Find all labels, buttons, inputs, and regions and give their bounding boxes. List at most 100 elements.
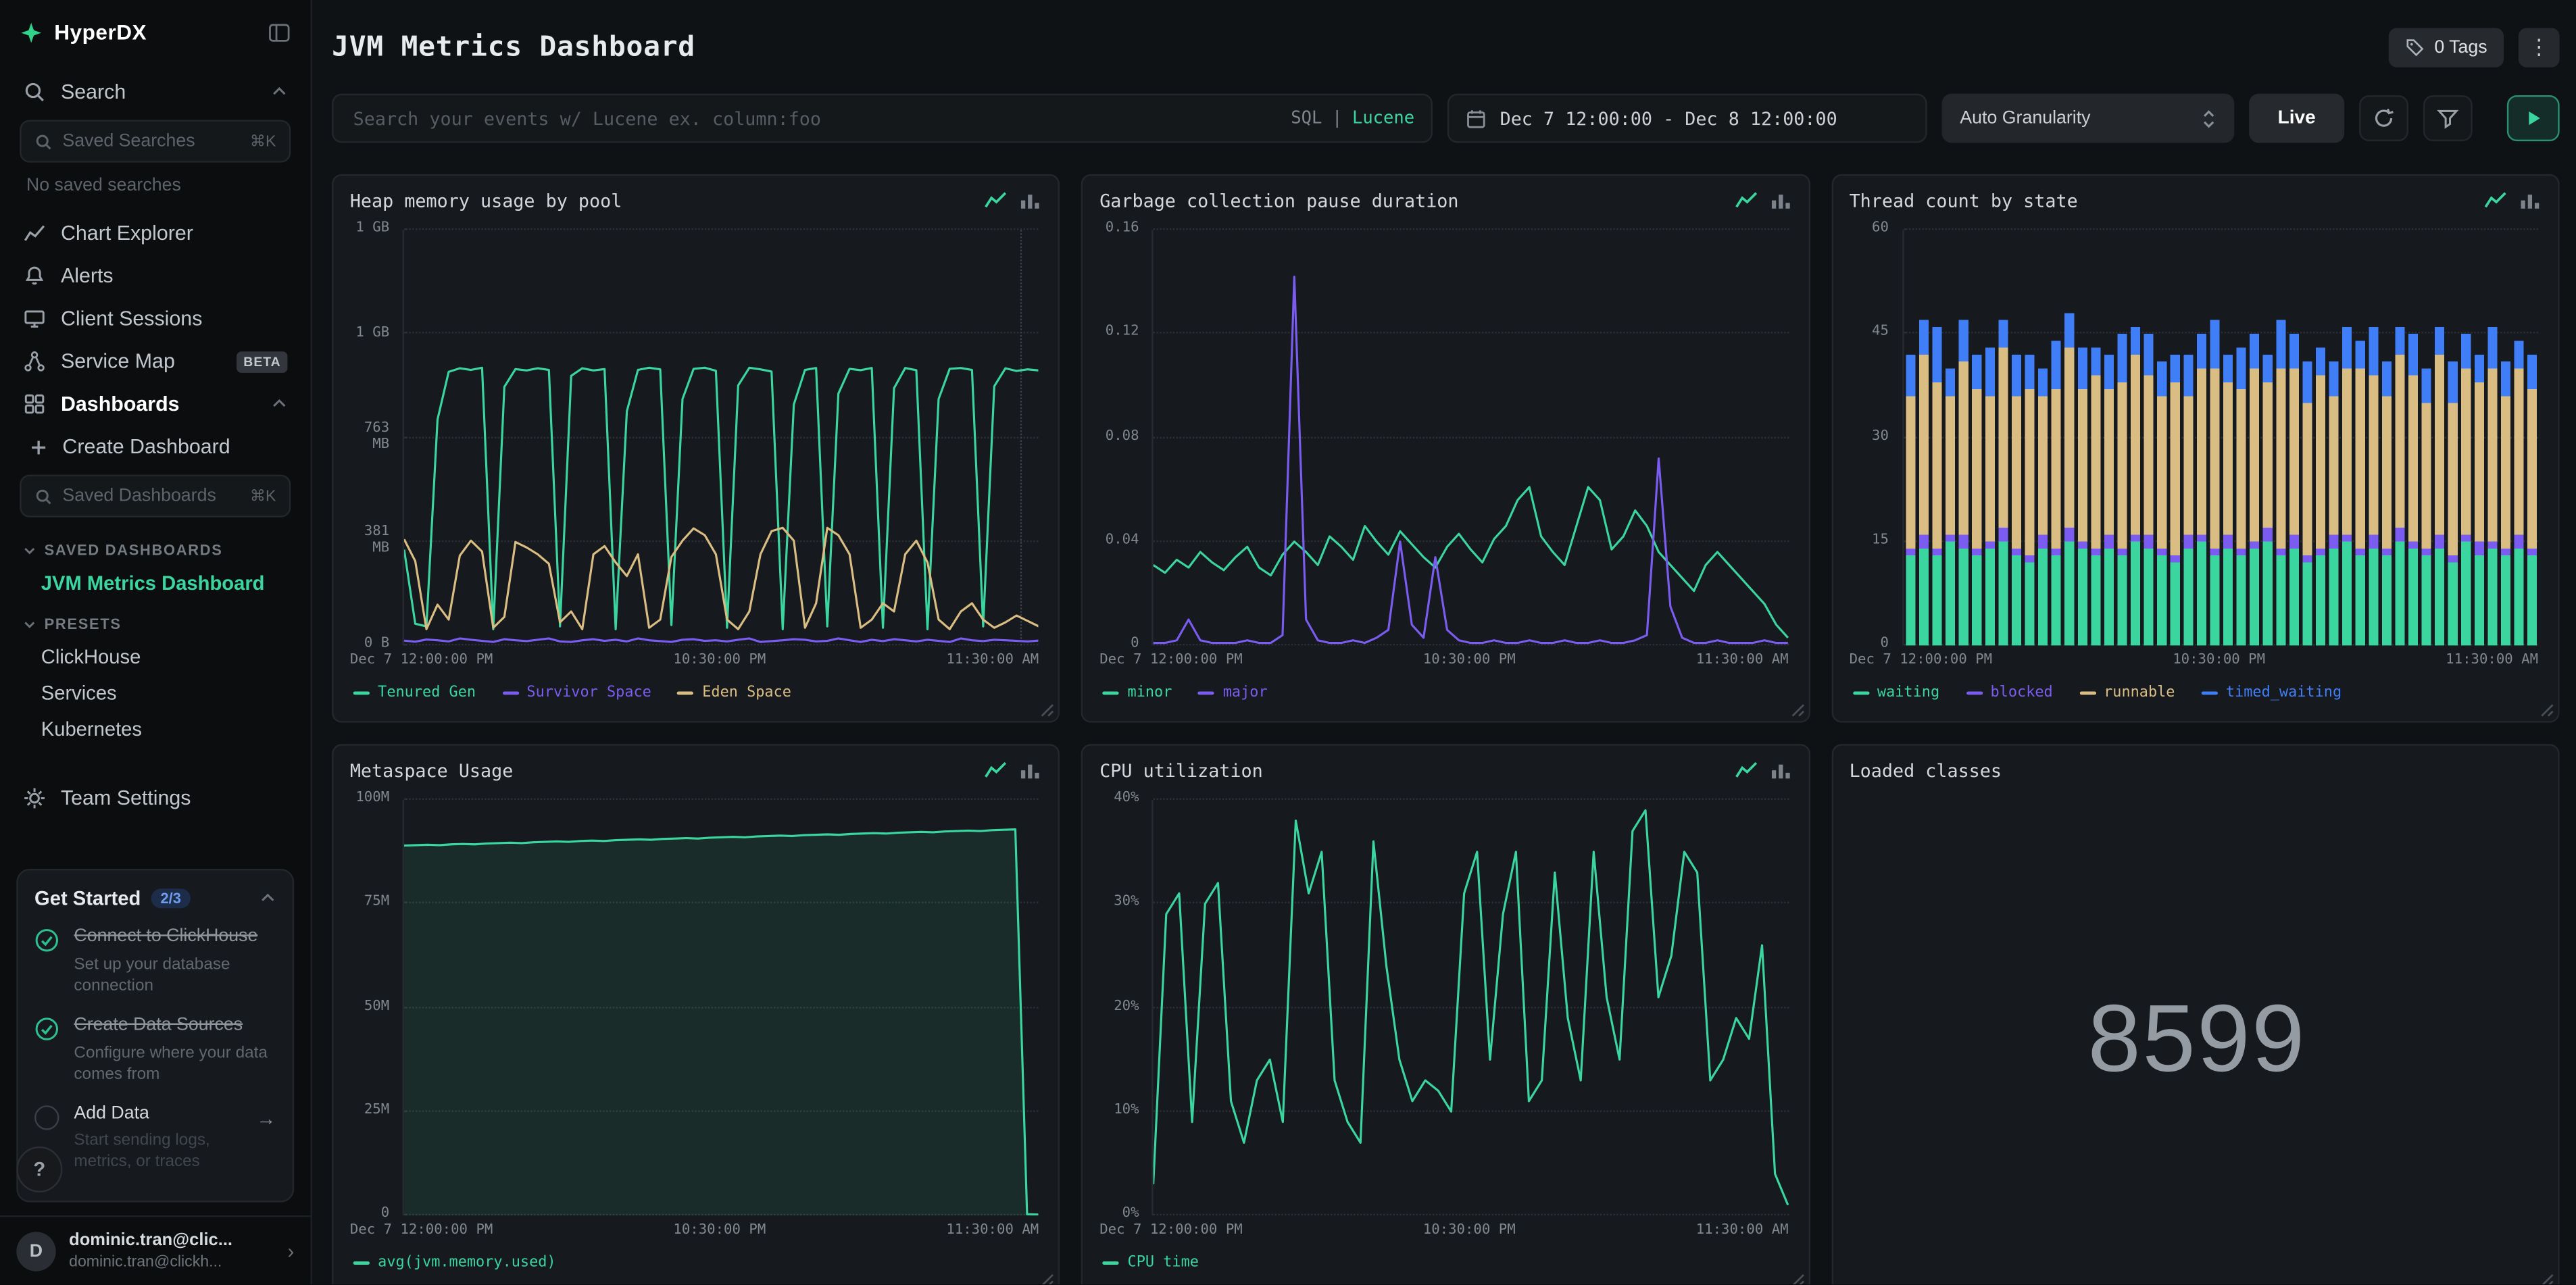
user-menu[interactable]: D dominic.tran@clic... dominic.tran@clic… (0, 1215, 311, 1285)
sidebar-item-dashboards[interactable]: Dashboards (16, 382, 294, 425)
x-axis-label: Dec 7 12:00:00 PM (1849, 652, 1993, 669)
plot-region[interactable] (1151, 228, 1789, 646)
sidebar-item-alerts[interactable]: Alerts (16, 255, 294, 297)
chart-canvas[interactable] (1154, 800, 1788, 1215)
sidebar-item-search[interactable]: Search (16, 71, 294, 114)
chart-canvas[interactable] (404, 800, 1039, 1216)
create-dashboard-button[interactable]: Create Dashboard (16, 426, 294, 468)
legend-item[interactable]: CPU time (1103, 1255, 1199, 1271)
get-started-step-sources[interactable]: Create Data Sources Configure where your… (34, 1015, 276, 1085)
gc-pause-chart[interactable]: 0.16 0.12 0.08 0.04 0 Dec 7 12:00:00 PM 10:30:… (1099, 221, 1795, 672)
y-axis-label: 25M (364, 1101, 390, 1119)
line-chart-icon[interactable] (985, 761, 1008, 780)
legend-item[interactable]: major (1198, 685, 1268, 701)
legend-item[interactable]: minor (1103, 685, 1172, 701)
line-chart-icon[interactable] (985, 191, 1008, 210)
saved-dashboards-placeholder: Saved Dashboards (62, 486, 216, 506)
legend-item[interactable]: Tenured Gen (353, 685, 476, 701)
panel-title: Thread count by state (1849, 191, 2078, 212)
chart-canvas[interactable] (1154, 230, 1788, 645)
y-axis-label: 30% (1114, 894, 1139, 911)
plot-region[interactable] (402, 228, 1039, 646)
legend-item[interactable]: waiting (1852, 685, 1939, 701)
chart-canvas[interactable] (1904, 230, 2538, 646)
panel-title: Heap memory usage by pool (349, 191, 622, 212)
tags-button[interactable]: 0 Tags (2388, 28, 2504, 68)
search-input[interactable] (349, 105, 1278, 131)
resize-handle-icon[interactable] (1790, 703, 1805, 718)
more-menu-button[interactable]: ⋮ (2518, 28, 2560, 68)
time-range-picker[interactable]: Dec 7 12:00:00 - Dec 8 12:00:00 (1447, 93, 1927, 143)
saved-dashboards-section[interactable]: SAVED DASHBOARDS (16, 527, 294, 565)
legend-item[interactable]: timed_waiting (2201, 685, 2342, 701)
y-axis-label: 45 (1872, 324, 1889, 341)
preset-item-kubernetes[interactable]: Kubernetes (16, 711, 294, 747)
chevron-right-icon: › (287, 1239, 295, 1263)
bar-chart-icon[interactable] (1768, 761, 1791, 780)
query-language-toggle[interactable]: SQL | Lucene (1291, 108, 1414, 128)
cpu-chart[interactable]: 40% 30% 20% 10% 0% Dec 7 12:00:00 PM 10:30:00 … (1099, 790, 1795, 1242)
heap-memory-chart[interactable]: 1 GB 1 GB 763 MB 381 MB 0 B Dec 7 12:00:00 PM… (350, 221, 1045, 672)
granularity-select[interactable]: Auto Granularity (1941, 93, 2235, 143)
filter-button[interactable] (2423, 95, 2473, 142)
bar-chart-icon[interactable] (1019, 761, 1042, 780)
panel-title: CPU utilization (1099, 760, 1263, 782)
live-button[interactable]: Live (2249, 93, 2345, 143)
legend-item[interactable]: avg(jvm.memory.used) (353, 1255, 556, 1271)
legend-label: blocked (1990, 684, 2053, 702)
legend-dash-icon (1103, 1261, 1120, 1265)
resize-handle-icon[interactable] (2540, 703, 2554, 718)
sidebar-item-team-settings[interactable]: Team Settings (16, 777, 294, 820)
sidebar-item-client-sessions[interactable]: Client Sessions (16, 297, 294, 340)
plot-region[interactable] (1151, 798, 1789, 1216)
sidebar-item-chart-explorer[interactable]: Chart Explorer (16, 212, 294, 255)
legend-item[interactable]: Survivor Space (501, 685, 651, 701)
run-query-button[interactable] (2506, 95, 2560, 142)
thread-count-chart[interactable]: 60 45 30 15 0 Dec 7 12:00:00 PM 10:30:00 PM 11:… (1849, 221, 2545, 672)
legend-item[interactable]: blocked (1966, 685, 2053, 701)
chart-canvas[interactable] (404, 230, 1039, 645)
saved-searches-input[interactable]: Saved Searches ⌘K (20, 120, 291, 163)
lucene-option[interactable]: Lucene (1352, 108, 1414, 128)
legend-label: avg(jvm.memory.used) (378, 1255, 556, 1271)
metaspace-chart[interactable]: 100M 75M 50M 25M 0 Dec 7 12:00:00 PM 10:30:00 … (349, 790, 1045, 1242)
bar-chart-icon[interactable] (1768, 191, 1791, 210)
y-axis-label: 0 (1131, 636, 1139, 653)
plot-region[interactable] (402, 798, 1039, 1216)
get-started-step-add-data[interactable]: Add Data Start sending logs, metrics, or… (34, 1103, 276, 1174)
get-started-step-connect[interactable]: Connect to ClickHouse Set up your databa… (34, 926, 276, 997)
resize-handle-icon[interactable] (2540, 1273, 2554, 1285)
bar-chart-icon[interactable] (1019, 191, 1042, 210)
sidebar-item-service-map[interactable]: Service Map BETA (16, 340, 294, 382)
presets-section[interactable]: PRESETS (16, 601, 294, 639)
line-chart-icon[interactable] (1734, 191, 1757, 210)
sql-option[interactable]: SQL (1291, 108, 1322, 128)
line-chart-icon[interactable] (2484, 191, 2507, 210)
sidebar: HyperDX Search Saved Searches ⌘K No save… (0, 0, 312, 1285)
event-search-bar[interactable]: SQL | Lucene (332, 93, 1433, 143)
chart-legend: minor major (1099, 672, 1795, 714)
refresh-button[interactable] (2359, 95, 2408, 142)
x-axis-label: 11:30:00 AM (1695, 1221, 1789, 1239)
dashboard-item-jvm-metrics[interactable]: JVM Metrics Dashboard (16, 565, 294, 601)
chart-panel-cpu: CPU utilization 40% 30% 20% 10% 0% Dec 7 12:0… (1081, 744, 1810, 1285)
preset-item-services[interactable]: Services (16, 675, 294, 711)
legend-item[interactable]: Eden Space (677, 685, 791, 701)
plot-region[interactable] (1902, 228, 2539, 646)
y-axis-label: 40% (1114, 790, 1139, 807)
chevron-up-icon (273, 86, 286, 95)
resize-handle-icon[interactable] (1041, 703, 1056, 718)
bar-chart-icon[interactable] (2519, 191, 2542, 210)
saved-dashboards-input[interactable]: Saved Dashboards ⌘K (20, 474, 291, 518)
line-chart-icon[interactable] (1734, 761, 1757, 780)
resize-handle-icon[interactable] (1041, 1273, 1056, 1285)
y-axis-label: 0.16 (1105, 220, 1139, 237)
help-button[interactable]: ? (16, 1146, 63, 1192)
sidebar-collapse-icon[interactable] (268, 20, 291, 43)
resize-handle-icon[interactable] (1790, 1273, 1805, 1285)
legend-item[interactable]: runnable (2079, 685, 2175, 701)
legend-dash-icon (1103, 691, 1120, 695)
preset-item-clickhouse[interactable]: ClickHouse (16, 639, 294, 675)
get-started-header[interactable]: Get Started 2/3 (34, 887, 276, 910)
x-axis-label: Dec 7 12:00:00 PM (349, 1221, 493, 1239)
